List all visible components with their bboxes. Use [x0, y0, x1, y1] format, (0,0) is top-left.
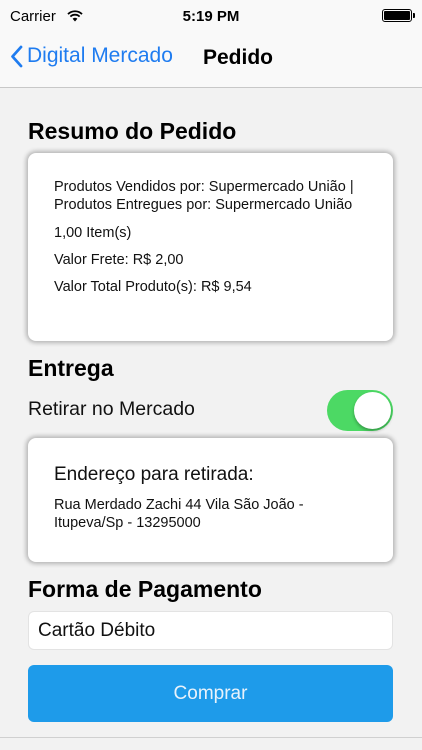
pickup-address-title: Endereço para retirada: [54, 464, 254, 485]
order-summary-card: Produtos Vendidos por: Supermercado Uniã… [28, 153, 393, 341]
sellers-text: Produtos Vendidos por: Supermercado Uniã… [54, 179, 354, 213]
delivery-heading: Entrega [28, 355, 114, 381]
pickup-address-card: Endereço para retirada: Rua Merdado Zach… [28, 438, 393, 562]
payment-heading: Forma de Pagamento [28, 576, 262, 602]
page-title: Pedido [203, 46, 274, 69]
chevron-left-icon [11, 45, 23, 67]
battery-icon [382, 9, 415, 22]
products-total: Valor Total Produto(s): R$ 9,54 [54, 279, 252, 295]
buy-button[interactable]: Comprar [28, 665, 393, 722]
pickup-toggle[interactable] [327, 390, 393, 431]
back-button[interactable]: Digital Mercado [10, 44, 173, 68]
item-count: 1,00 Item(s) [54, 225, 132, 241]
order-summary-heading: Resumo do Pedido [28, 118, 237, 144]
back-button-label: Digital Mercado [27, 44, 173, 67]
navigation-bar: Digital Mercado Pedido [0, 32, 422, 88]
status-bar: Carrier 5:19 PM [0, 0, 422, 32]
bottom-divider [0, 737, 422, 738]
shipping-value: Valor Frete: R$ 2,00 [54, 252, 184, 268]
pickup-toggle-label: Retirar no Mercado [28, 398, 195, 420]
pickup-address: Rua Merdado Zachi 44 Vila São João - Itu… [54, 497, 304, 531]
payment-method-field[interactable]: Cartão Débito [28, 611, 393, 650]
clock: 5:19 PM [182, 8, 240, 25]
toggle-knob [354, 392, 391, 429]
